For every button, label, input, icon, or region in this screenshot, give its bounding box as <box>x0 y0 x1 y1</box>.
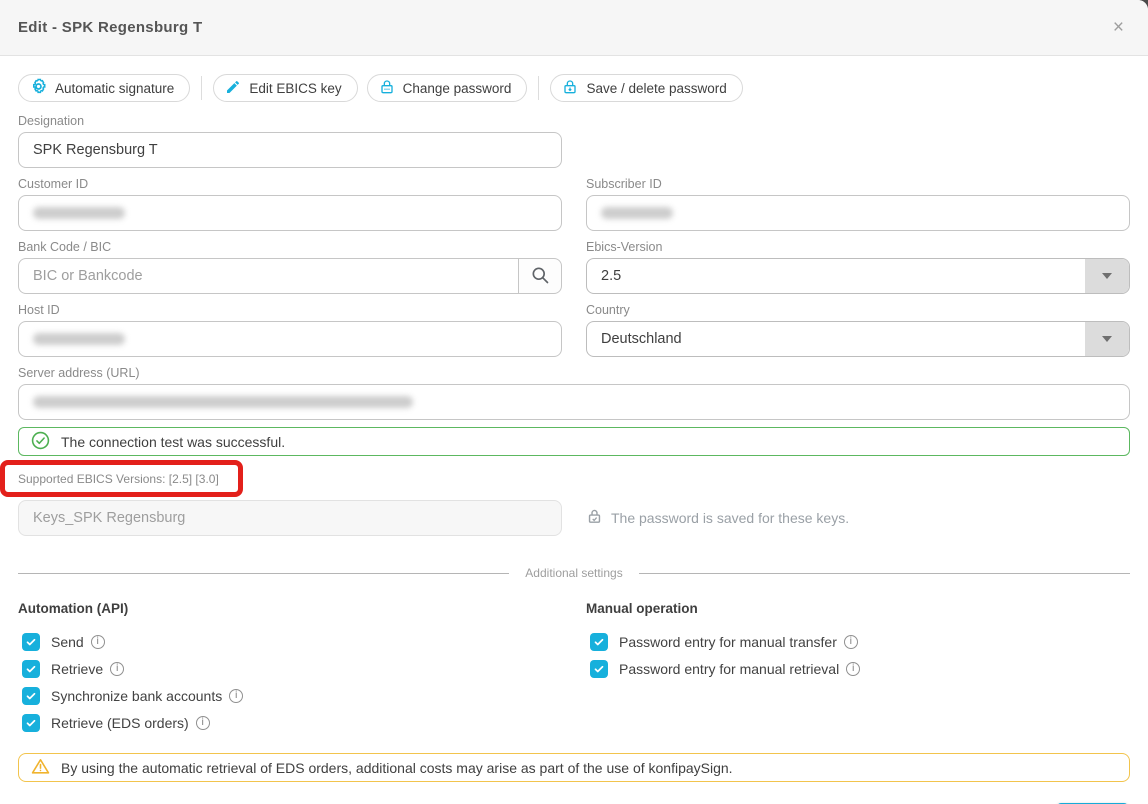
divider-line <box>18 573 509 574</box>
eds-warning-message: By using the automatic retrieval of EDS … <box>18 753 1130 782</box>
info-icon[interactable]: i <box>91 635 105 649</box>
dropdown-arrow[interactable] <box>1085 259 1129 293</box>
pwd-manual-transfer-option: Password entry for manual transfer i <box>586 628 1130 655</box>
dialog-title: Edit - SPK Regensburg T <box>18 19 202 36</box>
close-icon[interactable]: × <box>1109 14 1128 41</box>
toolbar-button-label: Save / delete password <box>586 81 726 96</box>
automation-title: Automation (API) <box>18 601 562 616</box>
additional-settings-divider: Additional settings <box>18 566 1130 580</box>
info-icon[interactable]: i <box>196 716 210 730</box>
toolbar-button-label: Edit EBICS key <box>249 81 341 96</box>
send-label: Send <box>51 634 84 650</box>
automatic-signature-button[interactable]: Automatic signature <box>18 74 190 102</box>
edit-ebics-key-button[interactable]: Edit EBICS key <box>213 74 357 102</box>
toolbar-button-label: Change password <box>403 81 512 96</box>
dropdown-arrow[interactable] <box>1085 322 1129 356</box>
automation-column: Automation (API) Send i Retrieve i Synch… <box>18 601 562 736</box>
retrieve-option: Retrieve i <box>18 655 562 682</box>
ebics-version-select[interactable]: 2.5 <box>586 258 1130 294</box>
chevron-down-icon <box>1102 336 1112 342</box>
additional-settings-label: Additional settings <box>509 566 638 580</box>
gear-icon <box>30 78 47 98</box>
info-icon[interactable]: i <box>844 635 858 649</box>
send-checkbox[interactable] <box>22 633 40 651</box>
edit-ebics-dialog: Edit - SPK Regensburg T × Automatic sign… <box>0 0 1148 804</box>
keys-input: Keys_SPK Regensburg <box>18 500 562 536</box>
toolbar-divider <box>538 76 539 100</box>
info-icon[interactable]: i <box>229 689 243 703</box>
retrieve-checkbox[interactable] <box>22 660 40 678</box>
subscriber-id-label: Subscriber ID <box>586 177 1130 191</box>
info-icon[interactable]: i <box>846 662 860 676</box>
pwd-manual-retrieval-label: Password entry for manual retrieval <box>619 661 839 677</box>
designation-input[interactable]: SPK Regensburg T <box>18 132 562 168</box>
bank-code-placeholder: BIC or Bankcode <box>33 268 143 284</box>
pwd-manual-retrieval-option: Password entry for manual retrieval i <box>586 655 1130 682</box>
eds-warning-text: By using the automatic retrieval of EDS … <box>61 760 733 776</box>
ebics-version-value: 2.5 <box>601 268 621 284</box>
designation-label: Designation <box>18 114 562 128</box>
subscriber-id-input[interactable] <box>586 195 1130 231</box>
lock-save-icon <box>562 79 578 98</box>
search-icon <box>530 265 550 288</box>
bank-code-label: Bank Code / BIC <box>18 240 562 254</box>
change-password-button[interactable]: Change password <box>367 74 528 102</box>
lock-check-icon <box>586 508 603 528</box>
lock-icon <box>379 79 395 98</box>
pencil-icon <box>225 79 241 98</box>
divider-line <box>639 573 1130 574</box>
sync-accounts-label: Synchronize bank accounts <box>51 688 222 704</box>
sync-accounts-option: Synchronize bank accounts i <box>18 682 562 709</box>
retrieve-label: Retrieve <box>51 661 103 677</box>
server-url-label: Server address (URL) <box>18 366 1130 380</box>
supported-versions-annotation: Supported EBICS Versions: [2.5] [3.0] <box>0 460 243 497</box>
manual-operation-title: Manual operation <box>586 601 1130 616</box>
toolbar-button-label: Automatic signature <box>55 81 174 96</box>
info-icon[interactable]: i <box>110 662 124 676</box>
pwd-manual-retrieval-checkbox[interactable] <box>590 660 608 678</box>
redacted-value <box>33 333 125 345</box>
password-saved-note: The password is saved for these keys. <box>586 508 1130 528</box>
retrieve-eds-option: Retrieve (EDS orders) i <box>18 709 562 736</box>
dialog-header: Edit - SPK Regensburg T × <box>0 0 1148 56</box>
connection-success-text: The connection test was successful. <box>61 434 285 450</box>
connection-success-message: The connection test was successful. <box>18 427 1130 456</box>
keys-value: Keys_SPK Regensburg <box>33 510 185 526</box>
host-id-label: Host ID <box>18 303 562 317</box>
redacted-value <box>601 207 673 219</box>
check-circle-icon <box>31 431 50 453</box>
send-option: Send i <box>18 628 562 655</box>
country-label: Country <box>586 303 1130 317</box>
sync-accounts-checkbox[interactable] <box>22 687 40 705</box>
chevron-down-icon <box>1102 273 1112 279</box>
redacted-value <box>33 396 413 408</box>
server-url-input[interactable] <box>18 384 1130 420</box>
bank-code-input[interactable]: BIC or Bankcode <box>18 258 518 294</box>
save-delete-password-button[interactable]: Save / delete password <box>550 74 742 102</box>
pwd-manual-transfer-label: Password entry for manual transfer <box>619 634 837 650</box>
ebics-version-label: Ebics-Version <box>586 240 1130 254</box>
retrieve-eds-label: Retrieve (EDS orders) <box>51 715 189 731</box>
country-select[interactable]: Deutschland <box>586 321 1130 357</box>
bank-search-button[interactable] <box>518 258 562 294</box>
pwd-manual-transfer-checkbox[interactable] <box>590 633 608 651</box>
warning-triangle-icon <box>31 757 50 779</box>
supported-versions-text: Supported EBICS Versions: [2.5] [3.0] <box>18 472 219 486</box>
toolbar: Automatic signature Edit EBICS key Chang… <box>18 74 1130 102</box>
country-value: Deutschland <box>601 331 682 347</box>
toolbar-divider <box>201 76 202 100</box>
customer-id-input[interactable] <box>18 195 562 231</box>
designation-value: SPK Regensburg T <box>33 142 158 158</box>
manual-operation-column: Manual operation Password entry for manu… <box>586 601 1130 736</box>
retrieve-eds-checkbox[interactable] <box>22 714 40 732</box>
customer-id-label: Customer ID <box>18 177 562 191</box>
host-id-input[interactable] <box>18 321 562 357</box>
redacted-value <box>33 207 125 219</box>
password-saved-text: The password is saved for these keys. <box>611 510 849 526</box>
